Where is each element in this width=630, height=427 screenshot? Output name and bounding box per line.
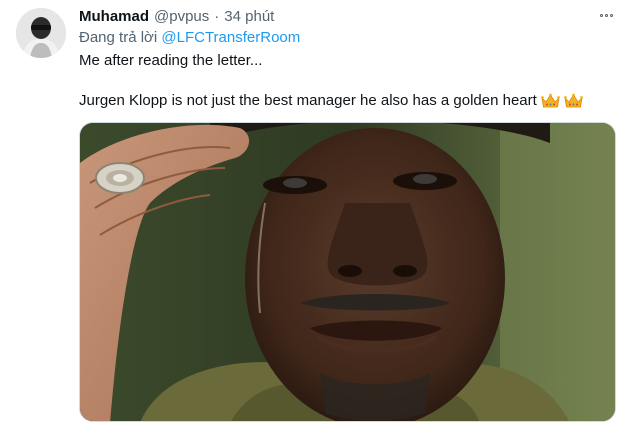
separator-dot: · — [214, 7, 220, 25]
avatar-image — [16, 8, 66, 58]
crown-icon — [540, 93, 560, 107]
avatar[interactable] — [16, 8, 66, 58]
display-name[interactable]: Muhamad — [79, 8, 149, 25]
tweet-header: Muhamad @pvpus · 34 phút — [79, 6, 274, 26]
crown-icon — [563, 93, 583, 107]
reply-to-link[interactable]: @LFCTransferRoom — [161, 29, 300, 46]
tweet-text-line-1: Me after reading the letter... — [79, 52, 263, 69]
tweet-text: Jurgen Klopp is not just the best manage… — [79, 92, 537, 109]
tweet-text-line-2: Jurgen Klopp is not just the best manage… — [79, 92, 583, 109]
tweet-media-image[interactable] — [79, 122, 616, 422]
reply-context: Đang trả lời @LFCTransferRoom — [79, 29, 300, 46]
reply-prefix: Đang trả lời — [79, 29, 158, 46]
saluting-man-photo — [80, 123, 615, 421]
user-handle[interactable]: @pvpus — [154, 8, 209, 25]
timestamp[interactable]: 34 phút — [224, 8, 274, 25]
more-options-icon[interactable] — [596, 6, 616, 24]
tweet[interactable]: Muhamad @pvpus · 34 phút Đang trả lời @L… — [0, 0, 630, 427]
